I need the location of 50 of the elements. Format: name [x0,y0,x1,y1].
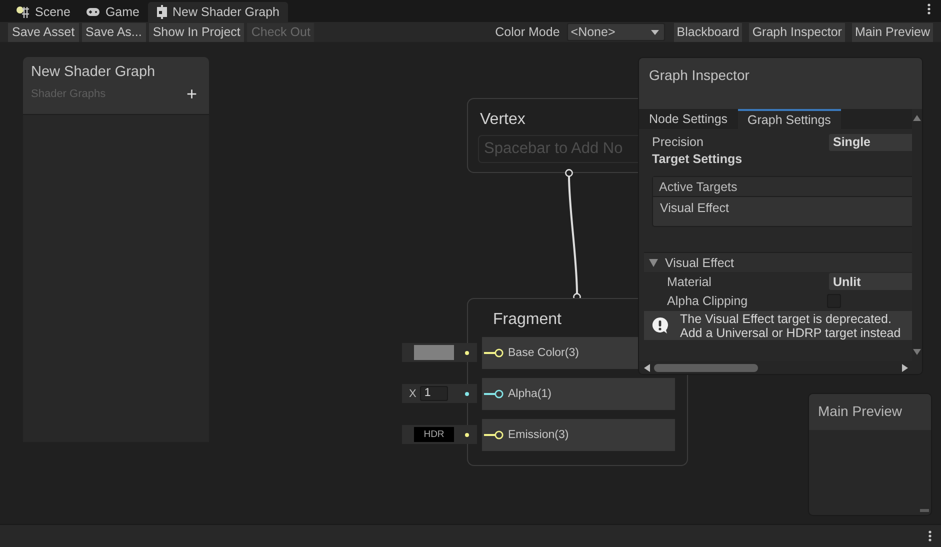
port-input[interactable]: HDR [402,425,477,444]
axis-label: X [409,388,416,400]
value-field[interactable]: 1 [420,386,448,401]
dropdown-arrow-icon [650,30,659,34]
field-label: Material [667,274,712,288]
toolbar-button[interactable]: Show In Project [148,22,244,42]
field-label: Precision [652,135,704,149]
more-options-icon[interactable] [928,530,932,542]
add-property-button[interactable]: + [182,86,201,102]
toolbar-toggle[interactable]: Main Preview [852,22,933,42]
warning-icon [652,317,668,334]
gamepad-icon [86,7,100,17]
node-title: Vertex [479,110,526,130]
node-title: Fragment [492,310,562,330]
port-label: Alpha(1) [508,388,552,400]
toolbar-button[interactable]: Save Asset [8,22,79,42]
scroll-left-icon[interactable] [644,364,650,372]
material-dropdown[interactable]: Unlit [829,273,912,290]
color-swatch[interactable] [414,345,454,360]
editor-tab[interactable]: Scene [8,2,78,22]
port-label: Base Color(3) [508,347,579,359]
color-mode-dropdown[interactable]: <None> [566,23,665,41]
target-item[interactable]: Visual Effect [653,197,912,226]
hdr-swatch[interactable]: HDR [414,427,454,442]
toolbar-toggle[interactable]: Blackboard [674,22,742,42]
more-options-icon[interactable] [927,3,931,15]
port-label: Emission(3) [508,429,569,441]
scroll-up-icon[interactable] [913,115,921,121]
panel-title: Main Preview [818,403,902,419]
scroll-down-icon[interactable] [913,349,921,355]
section-heading: Target Settings [651,151,744,168]
field-label: Alpha Clipping [667,294,748,308]
editor-tab[interactable]: New Shader Graph [148,2,288,22]
panel-title: Graph Inspector [649,67,750,83]
inspector-tab[interactable]: Graph Settings [738,109,841,129]
list-header: Active Targets [653,177,912,197]
port-input[interactable]: X 1 [402,384,477,403]
warning-message: The Visual Effect target is deprecated. Add a Universal or HDRP target instead [680,312,901,340]
precision-dropdown[interactable]: Single [829,134,912,150]
toolbar-toggle[interactable]: Graph Inspector [749,22,845,42]
editor-tab[interactable]: Game [78,2,148,22]
toolbar-button[interactable]: Save As... [82,22,146,42]
color-mode-label: Color Mode [495,25,560,39]
graph-node-icon [156,5,168,19]
scroll-right-icon[interactable] [902,364,908,372]
blackboard-title: New Shader Graph [31,64,156,80]
hash-icon [16,6,30,18]
triangle-icon [649,258,658,266]
port-input[interactable] [402,343,477,362]
foldout-header[interactable]: Visual Effect [644,252,912,272]
